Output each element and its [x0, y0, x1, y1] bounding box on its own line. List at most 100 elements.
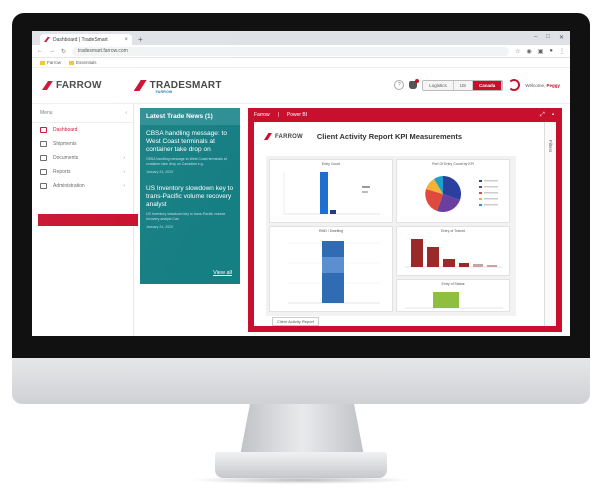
product-sub: FARROW	[155, 89, 173, 94]
bookmark-item[interactable]: Essentials	[69, 60, 97, 65]
extension-icon[interactable]: ◉	[526, 48, 531, 55]
settings-icon[interactable]: ▪	[552, 112, 554, 119]
users-icon	[40, 183, 47, 189]
legend-swatch	[362, 191, 368, 193]
url-field[interactable]: tradesmart.farrow.com	[72, 46, 510, 56]
news-item[interactable]: CBSA handling message: to West Coast ter…	[140, 125, 240, 174]
bookmark-item[interactable]: Farrow	[40, 60, 61, 65]
entry-of-status-visual[interactable]: Entry of Status	[396, 279, 510, 312]
chevron-right-icon: ›	[123, 169, 125, 175]
puzzle-icon[interactable]: ▣	[538, 48, 544, 55]
monitor-stand-base	[215, 452, 387, 478]
profile-icon[interactable]: ●	[549, 48, 553, 55]
bar	[487, 265, 497, 267]
bar-segment	[322, 257, 344, 273]
sidebar-title: Menu	[40, 110, 53, 116]
sidebar-item-label: Reports	[53, 169, 71, 175]
port-of-entry-visual[interactable]: Port Of Entry Count by KPI	[396, 159, 510, 223]
notification-bell-icon[interactable]	[409, 79, 420, 89]
report-page-tab[interactable]: Client Activity Report	[272, 317, 319, 326]
entry-count-visual[interactable]: Entry Count	[269, 159, 393, 223]
chart-icon	[40, 169, 47, 175]
bar	[427, 247, 439, 267]
view-all-link[interactable]: View all	[213, 270, 232, 276]
region-option-us[interactable]: US	[453, 80, 474, 90]
back-arrow-icon[interactable]: ←	[37, 48, 43, 54]
pie-chart	[425, 175, 498, 213]
transit-chart	[405, 239, 503, 268]
entry-of-transit-visual[interactable]: Entry of Transit	[396, 226, 510, 276]
browser-tab[interactable]: Dashboard | TradeSmart ×	[40, 34, 132, 45]
report-panel: Farrow | Power BI ⤢ ▪ FARROW Client Acti…	[248, 108, 562, 332]
chevron-right-icon: ›	[123, 155, 125, 161]
minimize-button[interactable]: –	[534, 34, 537, 41]
sidebar-item-documents[interactable]: Documents ›	[32, 151, 133, 165]
breadcrumb-farrow[interactable]: Farrow	[254, 112, 270, 118]
tradesmart-logo[interactable]: TRADESMART FARROW	[133, 80, 222, 94]
region-option-canada[interactable]: Canada	[473, 80, 503, 90]
news-date: January 24, 2020	[146, 225, 174, 229]
ship-icon	[40, 141, 47, 147]
folder-icon	[40, 60, 45, 65]
report-title: Client Activity Report KPI Measurements	[316, 132, 463, 141]
close-tab-icon[interactable]: ×	[124, 37, 128, 43]
sidebar-item-administration[interactable]: Administration ›	[32, 179, 133, 193]
close-window-button[interactable]: ✕	[559, 34, 564, 41]
welcome-text[interactable]: Welcome, Peggy	[525, 83, 560, 88]
next-widget-header	[38, 214, 138, 226]
address-bar-row: ← → ↻ tradesmart.farrow.com ☆ ◉ ▣ ● ⋮	[32, 45, 570, 58]
bar	[330, 210, 336, 214]
header-actions: ? Logistics US Canada Welcome, Peggy	[394, 79, 560, 91]
sidebar-item-dashboard[interactable]: Dashboard	[32, 123, 133, 137]
trade-news-panel: Latest Trade News (1) CBSA handling mess…	[140, 108, 240, 284]
bar	[443, 259, 455, 267]
news-body: US Inventory slowdown key to trans-Pacif…	[146, 212, 226, 221]
monitor-scene: Dashboard | TradeSmart × + – □ ✕ ← → ↻ t…	[0, 0, 602, 489]
news-date: January 24, 2020	[146, 170, 174, 174]
expand-icon[interactable]: ⤢	[540, 112, 545, 119]
bookmarks-bar: Farrow Essentials	[32, 58, 570, 68]
legend-swatch	[362, 186, 370, 188]
news-title: CBSA handling message: to West Coast ter…	[146, 130, 227, 153]
reload-icon[interactable]: ↻	[61, 48, 66, 55]
report-farrow-logo: FARROW	[264, 133, 303, 140]
document-icon	[40, 155, 47, 161]
sidebar-item-label: Shipments	[53, 141, 77, 147]
collapse-icon[interactable]: ‹	[125, 110, 127, 116]
region-selector: Logistics US Canada	[422, 79, 504, 91]
menu-dots-icon[interactable]: ⋮	[559, 48, 565, 55]
region-option-logistics[interactable]: Logistics	[423, 80, 454, 90]
window-controls: – □ ✕	[534, 34, 564, 41]
sidebar-item-label: Dashboard	[53, 127, 78, 133]
report-visuals: Entry Count Port Of Entry Count by KPI R…	[266, 156, 516, 316]
maximize-button[interactable]: □	[546, 34, 550, 41]
folder-icon	[69, 60, 75, 65]
powerbi-report: FARROW Client Activity Report KPI Measur…	[254, 122, 556, 326]
bar	[459, 263, 469, 267]
rmd-dwelling-visual[interactable]: RMD / Dwelling	[269, 226, 393, 312]
farrow-mark-icon	[264, 133, 272, 140]
browser-tab-bar: Dashboard | TradeSmart × + – □ ✕	[32, 31, 570, 45]
favicon-icon	[44, 37, 50, 42]
sidebar-header: Menu ‹	[32, 108, 133, 123]
forward-arrow-icon[interactable]: →	[49, 48, 55, 54]
home-icon	[40, 127, 47, 133]
avatar[interactable]	[508, 79, 521, 91]
farrow-logo[interactable]: FARROW	[42, 80, 102, 91]
sidebar-item-reports[interactable]: Reports ›	[32, 165, 133, 179]
sidebar-item-label: Documents	[53, 155, 79, 161]
sidebar-item-shipments[interactable]: Shipments	[32, 137, 133, 151]
sidebar-item-label: Administration	[53, 183, 85, 189]
new-tab-button[interactable]: +	[138, 34, 143, 45]
news-item[interactable]: US Inventory slowdown key to trans-Pacif…	[140, 180, 240, 229]
breadcrumb-powerbi[interactable]: Power BI	[287, 112, 307, 118]
entry-count-chart	[283, 172, 380, 215]
help-icon[interactable]: ?	[394, 80, 405, 90]
bar	[411, 239, 423, 267]
star-icon[interactable]: ☆	[515, 48, 520, 55]
news-body: CBSA handling message to West Coast term…	[146, 157, 227, 166]
farrow-mark-icon	[42, 81, 53, 90]
filters-pane[interactable]: Filters	[544, 122, 556, 326]
monitor-chin	[12, 358, 590, 404]
stand-shadow	[190, 476, 412, 484]
